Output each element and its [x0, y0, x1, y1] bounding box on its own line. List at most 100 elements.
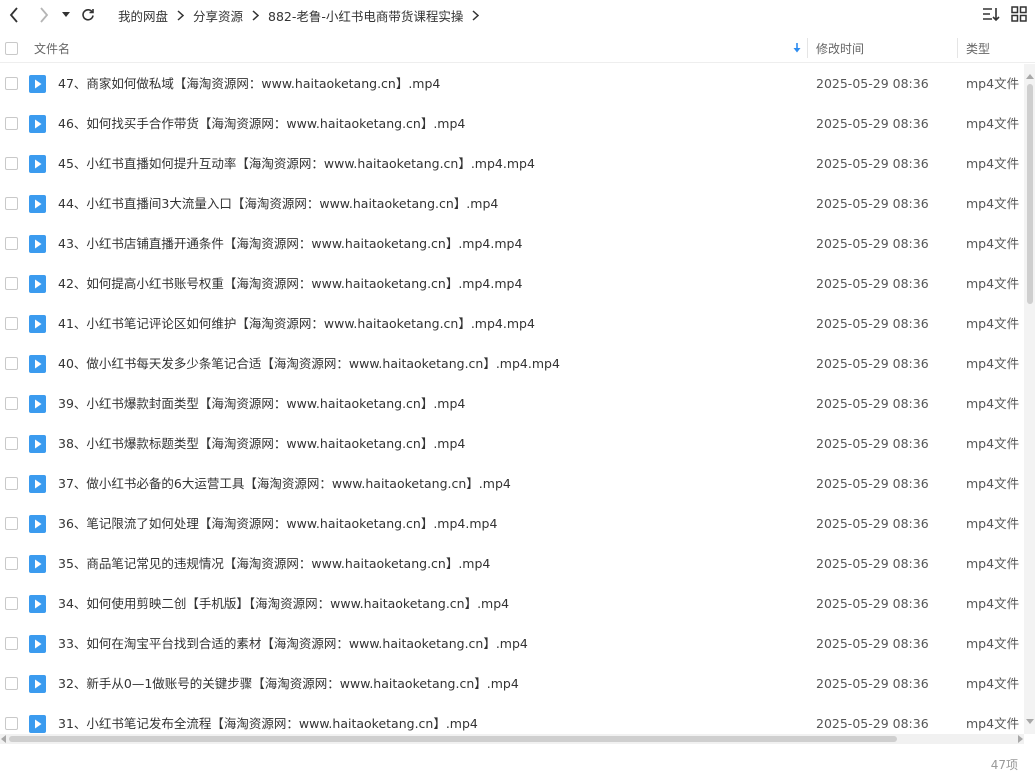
file-name[interactable]: 37、做小红书必备的6大运营工具【海淘资源网：www.haitaoketang.…: [58, 464, 511, 504]
file-type: mp4文件: [966, 556, 1020, 571]
file-type: mp4文件: [966, 596, 1020, 611]
chevron-right-icon: [252, 9, 260, 21]
file-row[interactable]: 38、小红书爆款标题类型【海淘资源网：www.haitaoketang.cn】.…: [0, 424, 1024, 464]
file-name[interactable]: 39、小红书爆款封面类型【海淘资源网：www.haitaoketang.cn】.…: [58, 384, 465, 424]
row-checkbox[interactable]: [5, 557, 18, 570]
scroll-right-icon[interactable]: [1018, 735, 1023, 743]
select-all-checkbox[interactable]: [5, 41, 18, 55]
video-file-icon: [29, 115, 46, 133]
file-row[interactable]: 36、笔记限流了如何处理【海淘资源网：www.haitaoketang.cn】.…: [0, 504, 1024, 544]
file-modified-time: 2025-05-29 08:36: [816, 396, 929, 411]
file-modified-time: 2025-05-29 08:36: [816, 676, 929, 691]
file-row[interactable]: 42、如何提高小红书账号权重【海淘资源网：www.haitaoketang.cn…: [0, 264, 1024, 304]
video-file-icon: [29, 595, 46, 613]
horizontal-scrollbar[interactable]: [0, 734, 1024, 744]
file-name[interactable]: 36、笔记限流了如何处理【海淘资源网：www.haitaoketang.cn】.…: [58, 504, 497, 544]
breadcrumb-item-my-drive[interactable]: 我的网盘: [118, 6, 168, 25]
file-row[interactable]: 46、如何找买手合作带货【海淘资源网：www.haitaoketang.cn】.…: [0, 104, 1024, 144]
file-row[interactable]: 31、小红书笔记发布全流程【海淘资源网：www.haitaoketang.cn】…: [0, 704, 1024, 734]
file-row[interactable]: 45、小红书直播如何提升互动率【海淘资源网：www.haitaoketang.c…: [0, 144, 1024, 184]
horizontal-scroll-thumb[interactable]: [9, 736, 897, 742]
row-checkbox[interactable]: [5, 77, 18, 90]
video-file-icon: [29, 675, 46, 693]
row-checkbox[interactable]: [5, 157, 18, 170]
column-header-type[interactable]: 类型: [966, 33, 990, 63]
chevron-right-icon[interactable]: [472, 9, 480, 21]
refresh-icon[interactable]: [80, 4, 96, 26]
sort-desc-icon[interactable]: [793, 33, 801, 63]
file-name[interactable]: 38、小红书爆款标题类型【海淘资源网：www.haitaoketang.cn】.…: [58, 424, 465, 464]
file-row[interactable]: 47、商家如何做私域【海淘资源网：www.haitaoketang.cn】.mp…: [0, 64, 1024, 104]
vertical-scrollbar[interactable]: [1024, 64, 1035, 734]
file-name[interactable]: 44、小红书直播间3大流量入口【海淘资源网：www.haitaoketang.c…: [58, 184, 498, 224]
video-file-icon: [29, 355, 46, 373]
file-row[interactable]: 32、新手从0—1做账号的关键步骤【海淘资源网：www.haitaoketang…: [0, 664, 1024, 704]
file-type: mp4文件: [966, 276, 1020, 291]
file-name[interactable]: 33、如何在淘宝平台找到合适的素材【海淘资源网：www.haitaoketang…: [58, 624, 528, 664]
row-checkbox[interactable]: [5, 117, 18, 130]
vertical-scroll-thumb[interactable]: [1027, 84, 1033, 304]
row-checkbox[interactable]: [5, 397, 18, 410]
column-divider[interactable]: [807, 38, 808, 58]
row-checkbox[interactable]: [5, 517, 18, 530]
row-checkbox[interactable]: [5, 277, 18, 290]
file-type: mp4文件: [966, 396, 1020, 411]
file-row[interactable]: 34、如何使用剪映二创【手机版】【海淘资源网：www.haitaoketang.…: [0, 584, 1024, 624]
file-type: mp4文件: [966, 636, 1020, 651]
grid-view-icon[interactable]: [1011, 6, 1027, 24]
column-header-name[interactable]: 文件名: [34, 33, 70, 63]
row-checkbox[interactable]: [5, 637, 18, 650]
breadcrumb-item-shared[interactable]: 分享资源: [193, 6, 243, 25]
list-header: 文件名 修改时间 类型: [0, 33, 1035, 63]
video-file-icon: [29, 275, 46, 293]
file-row[interactable]: 33、如何在淘宝平台找到合适的素材【海淘资源网：www.haitaoketang…: [0, 624, 1024, 664]
file-name[interactable]: 41、小红书笔记评论区如何维护【海淘资源网：www.haitaoketang.c…: [58, 304, 535, 344]
row-checkbox[interactable]: [5, 237, 18, 250]
file-name[interactable]: 42、如何提高小红书账号权重【海淘资源网：www.haitaoketang.cn…: [58, 264, 522, 304]
file-type: mp4文件: [966, 316, 1020, 331]
file-row[interactable]: 43、小红书店铺直播开通条件【海淘资源网：www.haitaoketang.cn…: [0, 224, 1024, 264]
file-name[interactable]: 43、小红书店铺直播开通条件【海淘资源网：www.haitaoketang.cn…: [58, 224, 522, 264]
forward-arrow-icon[interactable]: [36, 4, 52, 26]
row-checkbox[interactable]: [5, 197, 18, 210]
file-name[interactable]: 34、如何使用剪映二创【手机版】【海淘资源网：www.haitaoketang.…: [58, 584, 509, 624]
video-file-icon: [29, 155, 46, 173]
file-modified-time: 2025-05-29 08:36: [816, 356, 929, 371]
column-divider[interactable]: [957, 38, 958, 58]
scroll-left-icon[interactable]: [1, 735, 6, 743]
video-file-icon: [29, 315, 46, 333]
row-checkbox[interactable]: [5, 477, 18, 490]
file-row[interactable]: 44、小红书直播间3大流量入口【海淘资源网：www.haitaoketang.c…: [0, 184, 1024, 224]
file-name[interactable]: 40、做小红书每天发多少条笔记合适【海淘资源网：www.haitaoketang…: [58, 344, 560, 384]
file-name[interactable]: 45、小红书直播如何提升互动率【海淘资源网：www.haitaoketang.c…: [58, 144, 535, 184]
select-all-checkbox-cell: [5, 33, 18, 63]
file-row[interactable]: 41、小红书笔记评论区如何维护【海淘资源网：www.haitaoketang.c…: [0, 304, 1024, 344]
scroll-up-icon[interactable]: [1026, 74, 1034, 79]
file-name[interactable]: 32、新手从0—1做账号的关键步骤【海淘资源网：www.haitaoketang…: [58, 664, 519, 704]
file-row[interactable]: 39、小红书爆款封面类型【海淘资源网：www.haitaoketang.cn】.…: [0, 384, 1024, 424]
row-checkbox[interactable]: [5, 437, 18, 450]
item-count: 47项: [990, 758, 1018, 772]
row-checkbox[interactable]: [5, 357, 18, 370]
row-checkbox[interactable]: [5, 677, 18, 690]
history-dropdown-icon[interactable]: [60, 4, 72, 26]
back-arrow-icon[interactable]: [6, 4, 22, 26]
file-modified-time: 2025-05-29 08:36: [816, 156, 929, 171]
file-row[interactable]: 37、做小红书必备的6大运营工具【海淘资源网：www.haitaoketang.…: [0, 464, 1024, 504]
file-name[interactable]: 47、商家如何做私域【海淘资源网：www.haitaoketang.cn】.mp…: [58, 64, 440, 104]
scroll-down-icon[interactable]: [1026, 719, 1034, 724]
file-row[interactable]: 40、做小红书每天发多少条笔记合适【海淘资源网：www.haitaoketang…: [0, 344, 1024, 384]
row-checkbox[interactable]: [5, 717, 18, 730]
file-type: mp4文件: [966, 116, 1020, 131]
file-type: mp4文件: [966, 516, 1020, 531]
file-modified-time: 2025-05-29 08:36: [816, 516, 929, 531]
sort-icon[interactable]: [982, 6, 1000, 24]
column-header-modified[interactable]: 修改时间: [816, 33, 864, 63]
breadcrumb-item-current-folder[interactable]: 882-老鲁-小红书电商带货课程实操: [268, 6, 463, 25]
file-name[interactable]: 31、小红书笔记发布全流程【海淘资源网：www.haitaoketang.cn】…: [58, 704, 478, 734]
file-name[interactable]: 46、如何找买手合作带货【海淘资源网：www.haitaoketang.cn】.…: [58, 104, 465, 144]
row-checkbox[interactable]: [5, 317, 18, 330]
row-checkbox[interactable]: [5, 597, 18, 610]
file-row[interactable]: 35、商品笔记常见的违规情况【海淘资源网：www.haitaoketang.cn…: [0, 544, 1024, 584]
file-name[interactable]: 35、商品笔记常见的违规情况【海淘资源网：www.haitaoketang.cn…: [58, 544, 490, 584]
